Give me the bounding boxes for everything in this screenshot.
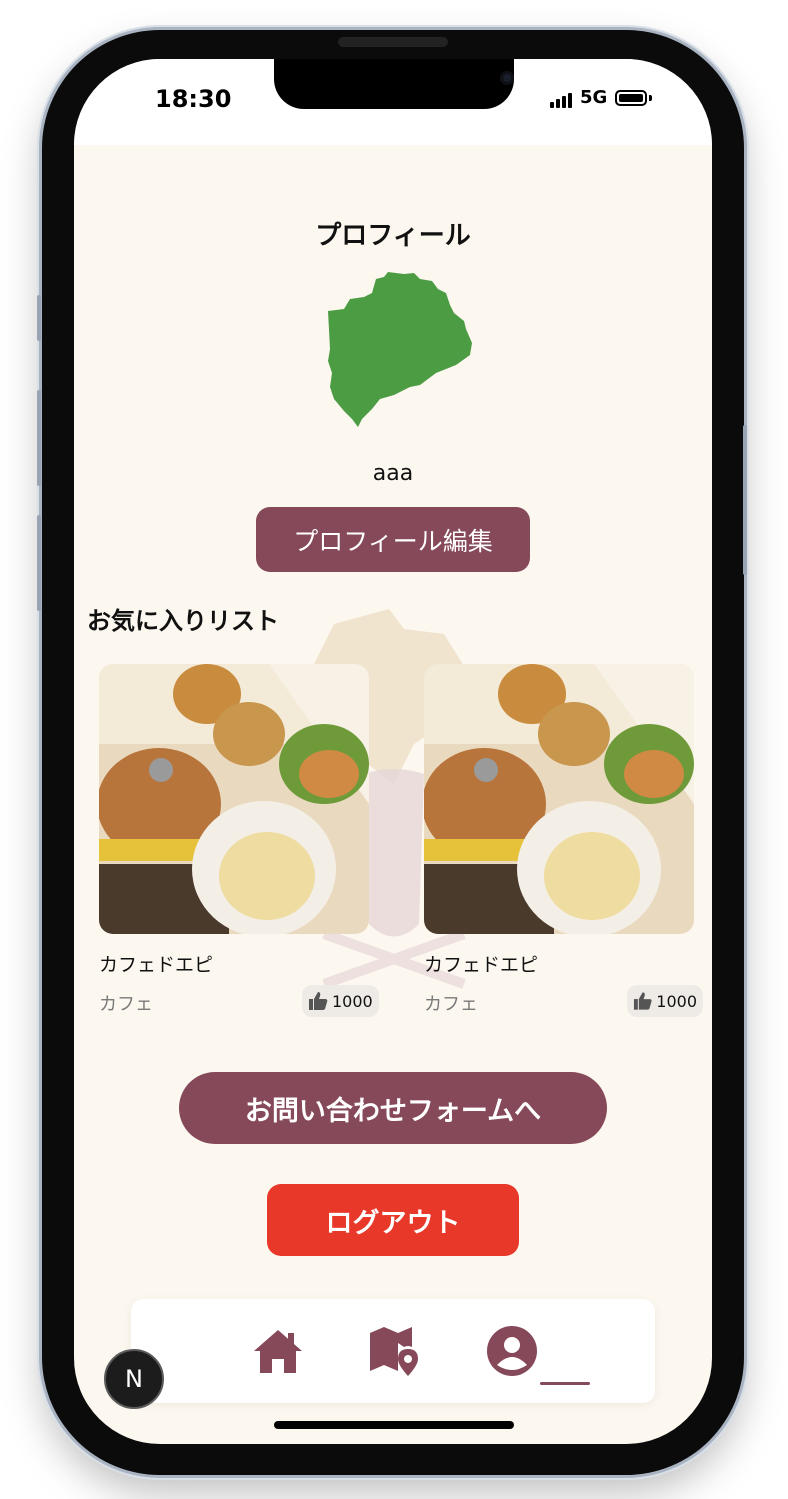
- bottom-navigation: [131, 1299, 655, 1403]
- favorite-card[interactable]: カフェドエピ カフェ 1000: [424, 664, 709, 1017]
- cafe-photo: [424, 664, 694, 934]
- dev-tools-badge[interactable]: N: [104, 1349, 164, 1409]
- likes-badge[interactable]: 1000: [627, 985, 703, 1017]
- signal-icon: [550, 93, 572, 108]
- app-screen: 18:30 5G プロフィール aaa プロフィール編集 お気に入りリスト カフ…: [74, 59, 712, 1444]
- battery-icon: [615, 90, 647, 106]
- page-title: プロフィール: [315, 221, 471, 251]
- active-tab-indicator: [540, 1382, 590, 1385]
- likes-count: 1000: [656, 991, 697, 1011]
- thumbs-up-icon: [633, 992, 652, 1010]
- network-label: 5G: [580, 87, 608, 108]
- cafe-photo: [99, 664, 369, 934]
- power-button: [743, 425, 747, 575]
- nav-map[interactable]: [364, 1299, 424, 1403]
- likes-badge[interactable]: 1000: [302, 985, 379, 1017]
- map-pin-icon: [370, 1327, 418, 1376]
- favorite-name: カフェドエピ: [99, 954, 214, 976]
- likes-count: 1000: [332, 991, 373, 1011]
- volume-down-button: [37, 515, 41, 611]
- favorite-category: カフェ: [99, 994, 153, 1015]
- phone-speaker: [338, 37, 448, 47]
- thumbs-up-icon: [309, 992, 328, 1010]
- home-indicator: [274, 1421, 514, 1429]
- favorite-category: カフェ: [424, 994, 478, 1015]
- logout-button[interactable]: ログアウト: [267, 1184, 519, 1256]
- profile-username: aaa: [372, 461, 414, 486]
- battery-tip: [649, 95, 652, 101]
- volume-up-button: [37, 390, 41, 486]
- front-camera: [500, 71, 514, 85]
- favorite-name: カフェドエピ: [424, 954, 539, 976]
- status-bar: 18:30 5G: [74, 59, 712, 145]
- home-icon: [254, 1330, 302, 1373]
- status-time: 18:30: [155, 85, 232, 113]
- notch: [274, 59, 514, 109]
- favorites-title: お気に入りリスト: [87, 607, 279, 635]
- user-profile-icon: [487, 1326, 537, 1376]
- favorite-card[interactable]: カフェドエピ カフェ 1000: [99, 664, 384, 1017]
- mute-switch: [37, 295, 41, 341]
- edit-profile-button[interactable]: プロフィール編集: [256, 507, 530, 572]
- nav-home[interactable]: [248, 1299, 308, 1403]
- avatar-map-icon: [328, 272, 472, 427]
- contact-form-button[interactable]: お問い合わせフォームへ: [179, 1072, 607, 1144]
- nav-profile[interactable]: [482, 1299, 542, 1403]
